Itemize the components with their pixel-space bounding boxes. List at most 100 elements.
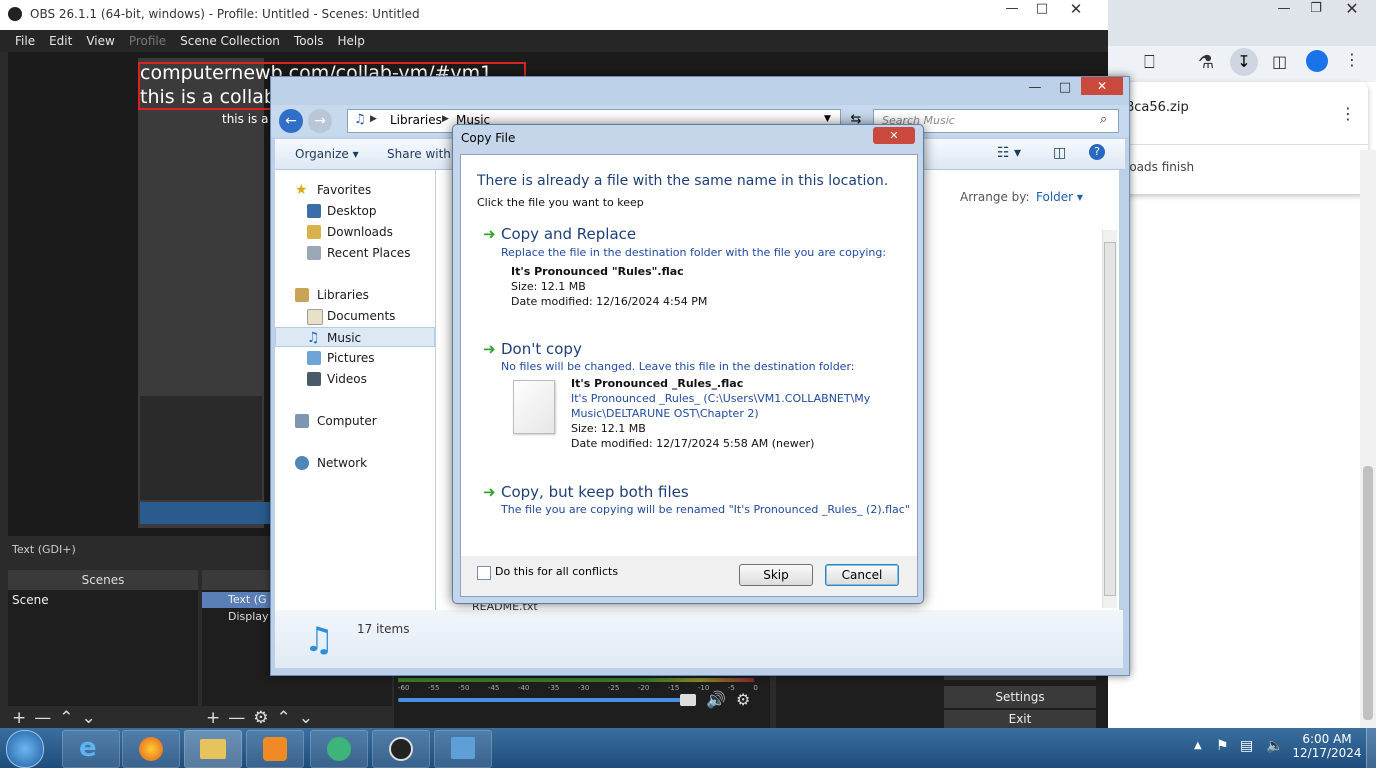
pictures-icon (307, 351, 321, 365)
conflicts-checkbox[interactable] (477, 566, 491, 580)
labs-icon[interactable]: ⚗ (1198, 52, 1214, 73)
forward-icon[interactable]: → (308, 109, 332, 133)
menu-scene-collection[interactable]: Scene Collection (173, 30, 287, 52)
organize-label: Organize (295, 147, 349, 161)
help-icon[interactable]: ? (1089, 144, 1105, 160)
file-list-scrollbar[interactable] (1102, 230, 1117, 608)
menu-tools[interactable]: Tools (287, 30, 331, 52)
taskbar-firefox-icon[interactable] (122, 730, 180, 768)
nav-favorites[interactable]: ★ Favorites (275, 180, 435, 200)
nav-network[interactable]: Network (275, 453, 435, 473)
minimize-icon[interactable]: — (998, 0, 1026, 18)
download-status: loads finish (1126, 160, 1195, 174)
clock[interactable]: 6:00 AM 12/17/2024 (1292, 732, 1362, 760)
search-icon[interactable]: ⌕ (1100, 112, 1107, 127)
divider (1114, 144, 1368, 145)
menu-help[interactable]: Help (330, 30, 371, 52)
volume-slider[interactable] (398, 698, 682, 702)
settings-button[interactable]: Settings (944, 686, 1096, 708)
scene-item[interactable]: Scene (12, 593, 49, 607)
close-icon[interactable]: ✕ (1062, 0, 1090, 18)
dialog-title: Copy File (461, 131, 516, 145)
source-item-display[interactable]: Display (228, 610, 269, 623)
preview-pane-icon[interactable]: ◫ (1053, 145, 1066, 161)
extensions-icon[interactable]: ⎕ (1144, 52, 1155, 73)
organize-button[interactable]: Organize ▾ (295, 147, 359, 161)
meter-scale: -60 -55 -50 -45 -40 -35 -30 -25 -20 -15 -10 -5 0 (398, 684, 758, 692)
nav-computer[interactable]: Computer (275, 411, 435, 431)
nav-pictures[interactable]: Pictures (275, 348, 435, 368)
gear-icon[interactable]: ⚙ (736, 690, 750, 709)
dont-copy-option[interactable]: ➜ Don't copy No files will be changed. L… (481, 340, 911, 456)
nav-documents[interactable]: Documents (275, 306, 435, 326)
speaker-icon[interactable]: 🔊 (706, 690, 726, 709)
download-filename[interactable]: 8ca56.zip (1126, 100, 1189, 115)
menu-file[interactable]: File (8, 30, 42, 52)
close-icon[interactable]: ✕ (873, 127, 915, 144)
download-icon[interactable]: ↧ (1230, 48, 1258, 76)
meter-tick: -50 (457, 684, 470, 692)
nav-downloads[interactable]: Downloads (275, 222, 435, 242)
taskbar-obs-icon[interactable] (372, 730, 430, 768)
menu-profile[interactable]: Profile (122, 30, 173, 52)
keep-both-option[interactable]: ➜ Copy, but keep both files The file you… (481, 483, 911, 523)
volume-icon[interactable]: 🔈 (1266, 738, 1283, 754)
scrollbar-thumb[interactable] (1363, 466, 1373, 720)
nav-music[interactable]: ♫ Music (275, 327, 435, 347)
taskbar-chat-icon[interactable] (310, 730, 368, 768)
taskbar-ie-icon[interactable]: e (62, 730, 120, 768)
share-with-button[interactable]: Share with (387, 147, 451, 161)
nav-recent-places[interactable]: Recent Places (275, 243, 435, 263)
copy-and-replace-option[interactable]: ➜ Copy and Replace Replace the file in t… (481, 225, 911, 315)
skip-button[interactable]: Skip (739, 564, 813, 586)
volume-slider-handle[interactable] (680, 694, 696, 706)
breadcrumb-libraries[interactable]: Libraries (390, 113, 442, 127)
scrollbar[interactable] (1360, 150, 1376, 728)
menu-view[interactable]: View (79, 30, 121, 52)
back-icon[interactable]: ← (279, 109, 303, 133)
view-options-icon[interactable]: ☷ ▾ (997, 145, 1021, 161)
close-icon[interactable]: ✕ (1338, 0, 1366, 18)
source-controls[interactable]: +—⚙⌃⌄ (206, 708, 321, 728)
nav-libraries[interactable]: Libraries (275, 285, 435, 305)
maximize-icon[interactable]: □ (1051, 79, 1079, 97)
maximize-icon[interactable]: □ (1028, 0, 1056, 18)
network-icon[interactable]: ▤ (1240, 738, 1253, 754)
action-center-flag-icon[interactable]: ⚑ (1216, 738, 1229, 754)
download-more-icon[interactable]: ⋮ (1340, 104, 1356, 123)
file-path-line2: Music\DELTARUNE OST\Chapter 2) (571, 407, 759, 420)
show-desktop-button[interactable] (1366, 728, 1376, 768)
arrange-by-dropdown[interactable]: Folder ▾ (1036, 190, 1083, 204)
show-hidden-icons[interactable]: ▲ (1194, 740, 1202, 751)
restore-icon[interactable]: ❐ (1302, 0, 1330, 18)
minimize-icon[interactable]: — (1270, 0, 1298, 18)
recent-places-icon (307, 246, 321, 260)
scene-controls[interactable]: +—⌃⌄ (12, 708, 104, 728)
menu-edit[interactable]: Edit (42, 30, 79, 52)
meter-tick: -45 (487, 684, 500, 692)
taskbar-control-panel-icon[interactable] (434, 730, 492, 768)
close-icon[interactable]: ✕ (1081, 77, 1123, 95)
nav-network-label: Network (317, 456, 368, 470)
side-panel-icon[interactable]: ◫ (1272, 52, 1287, 71)
taskbar-explorer-icon[interactable] (184, 730, 242, 768)
file-name: It's Pronounced "Rules".flac (511, 265, 684, 278)
conflicts-checkbox-label[interactable]: Do this for all conflicts (495, 565, 618, 578)
nav-desktop[interactable]: Desktop (275, 201, 435, 221)
taskbar-media-player-icon[interactable] (246, 730, 304, 768)
exit-button[interactable]: Exit (944, 710, 1096, 728)
start-button[interactable] (6, 730, 44, 768)
scenes-list[interactable]: Scene (8, 590, 198, 706)
minimize-icon[interactable]: — (1021, 79, 1049, 97)
profile-avatar[interactable] (1306, 50, 1328, 72)
breadcrumb-separator-icon: ▶ (442, 114, 449, 124)
details-pane: ♫ 17 items (275, 610, 1123, 668)
cancel-button[interactable]: Cancel (825, 564, 899, 586)
menu-icon[interactable]: ⋮ (1344, 50, 1360, 69)
nav-videos[interactable]: Videos (275, 369, 435, 389)
address-dropdown-icon[interactable]: ▼ (824, 114, 831, 124)
nested-obs-panels (140, 396, 262, 500)
green-arrow-icon: ➜ (483, 225, 496, 243)
libraries-icon (295, 288, 309, 302)
scrollbar-thumb[interactable] (1104, 242, 1116, 596)
